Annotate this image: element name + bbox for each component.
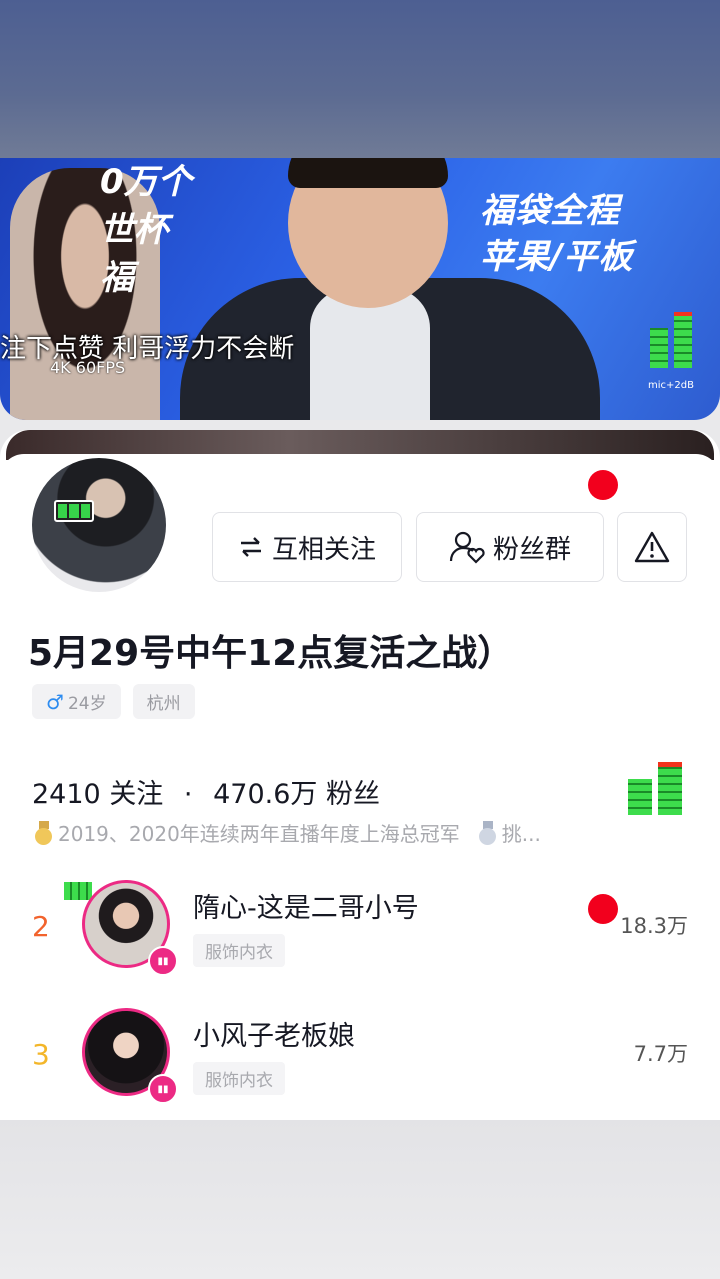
warning-icon [634, 531, 670, 563]
honor-line: 2019、2020年连续两年直播年度上海总冠军 挑... [34, 818, 654, 847]
report-button[interactable] [617, 512, 687, 582]
mic-level-icon [650, 312, 698, 368]
profile-card: 互相关注 粉丝群 5月29号中午12点复活之战） ♂ 24岁 杭州 2410 关… [0, 430, 720, 1120]
profile-stats: 2410 关注 · 470.6万 粉丝 [32, 779, 380, 810]
mutual-follow-button[interactable]: 互相关注 [212, 512, 402, 582]
item-category-tag: 服饰内衣 [193, 934, 285, 967]
signal-icon [64, 882, 92, 900]
fans-group-label: 粉丝群 [492, 534, 571, 565]
male-icon: ♂ [46, 689, 64, 714]
top-background [0, 0, 720, 158]
live-stream-preview[interactable]: 0万个 世杯 福 福袋全程 苹果/平板 注下点赞 利哥浮力不会断 4K 60FP… [0, 158, 720, 420]
battery-icon [54, 500, 94, 522]
fans-group-button[interactable]: 粉丝群 [416, 512, 604, 582]
following-label[interactable]: 关注 [109, 779, 163, 810]
notification-dot [588, 470, 618, 500]
item-title: 小风子老板娘 [193, 1021, 355, 1052]
profile-avatar[interactable] [32, 458, 166, 592]
profile-name: 5月29号中午12点复活之战） [28, 633, 514, 674]
stream-subtitle: 注下点赞 利哥浮力不会断 [0, 334, 295, 364]
ranking-item[interactable]: 3 ▮▮ 小风子老板娘 服饰内衣 7.7万 [0, 1008, 720, 1118]
live-icon: ▮▮ [148, 946, 178, 976]
item-count: 7.7万 [633, 1042, 688, 1066]
ranking-item[interactable]: 2 ▮▮ 隋心-这是二哥小号 服饰内衣 18.3万 [0, 880, 720, 990]
item-count: 18.3万 [620, 914, 688, 938]
city-tag: 杭州 [132, 684, 195, 719]
swap-arrows-icon [240, 537, 261, 557]
resolution-label: 4K 60FPS [50, 358, 126, 377]
mutual-follow-label: 互相关注 [271, 534, 376, 565]
bottom-background [0, 1120, 720, 1279]
mic-label: mic+2dB [648, 380, 694, 391]
followers-count[interactable]: 470.6万 [213, 779, 317, 810]
item-title: 隋心-这是二哥小号 [193, 893, 419, 924]
followers-label[interactable]: 粉丝 [326, 779, 380, 810]
item-category-tag: 服饰内衣 [193, 1062, 285, 1095]
silver-medal-icon [478, 820, 498, 845]
notification-dot [588, 894, 618, 924]
live-icon: ▮▮ [148, 1074, 178, 1104]
profile-tags: ♂ 24岁 杭州 [32, 684, 195, 719]
profile-card-body: 互相关注 粉丝群 5月29号中午12点复活之战） ♂ 24岁 杭州 2410 关… [0, 454, 720, 1120]
promo-text: 福袋全程 苹果/平板 [480, 191, 634, 277]
age-tag: ♂ 24岁 [32, 684, 121, 719]
users-heart-icon [449, 531, 485, 564]
honor-more: 挑... [501, 822, 541, 846]
gold-medal-icon [34, 820, 54, 845]
audio-level-icon [628, 762, 682, 815]
rank-number: 3 [32, 1038, 50, 1071]
rank-number: 2 [32, 910, 50, 943]
honor-text: 2019、2020年连续两年直播年度上海总冠军 [58, 822, 460, 846]
following-count[interactable]: 2410 [32, 779, 101, 810]
